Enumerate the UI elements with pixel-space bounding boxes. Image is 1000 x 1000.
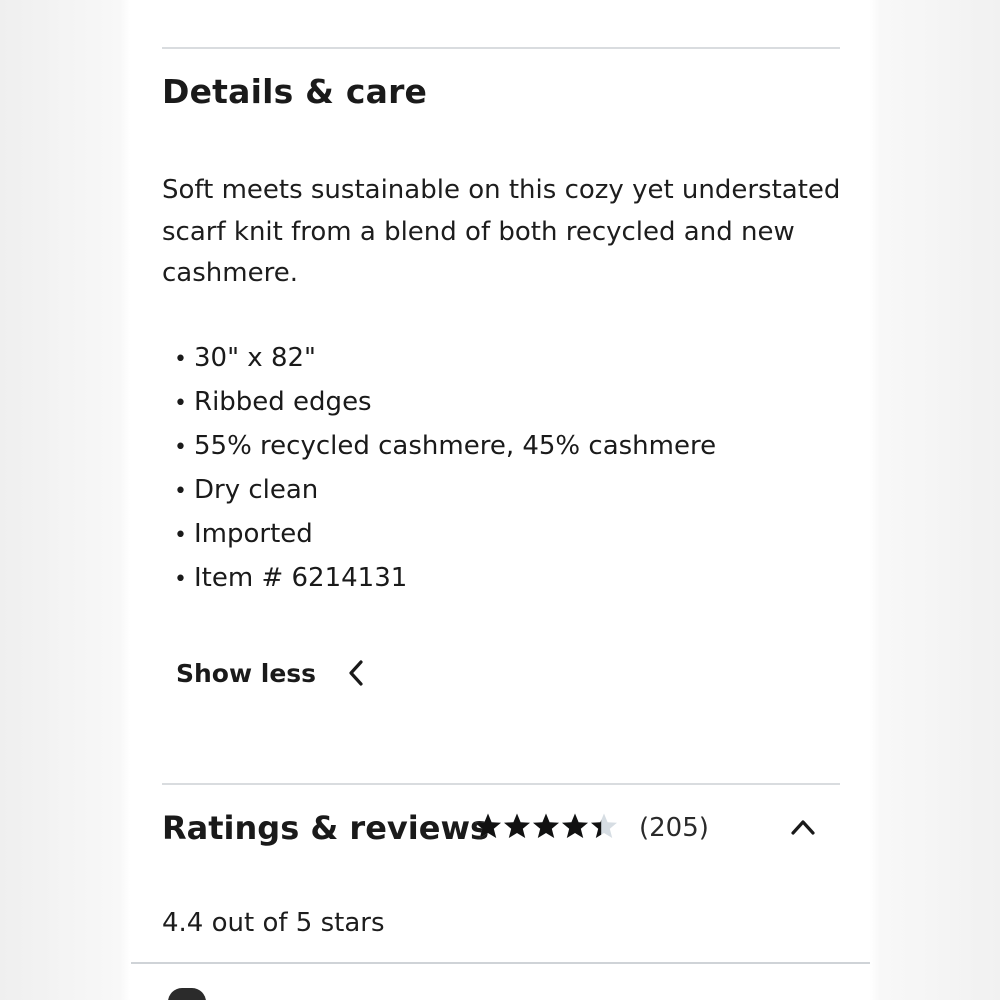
- bullet-text: Ribbed edges: [194, 387, 372, 417]
- bullet-dot: •: [174, 523, 187, 548]
- bullet-text: Item # 6214131: [194, 563, 408, 593]
- list-item: • Dry clean: [174, 469, 716, 513]
- section-divider: [131, 962, 870, 964]
- list-item: • Imported: [174, 513, 716, 557]
- bullet-dot: •: [174, 347, 187, 372]
- details-care-heading: Details & care: [162, 72, 428, 111]
- review-count: (205): [639, 813, 709, 843]
- star-icon: [591, 813, 617, 838]
- section-divider: [162, 783, 840, 785]
- bullet-dot: •: [174, 391, 187, 416]
- details-bullet-list: • 30" x 82" • Ribbed edges • 55% recycled c…: [174, 337, 716, 601]
- ratings-reviews-header[interactable]: Ratings & reviews (205): [162, 806, 842, 856]
- chevron-up-icon[interactable]: [789, 818, 817, 836]
- star-icon: [475, 813, 501, 838]
- ratings-reviews-heading: Ratings & reviews: [162, 809, 490, 847]
- star-icon: [533, 813, 559, 838]
- bullet-dot: •: [174, 567, 187, 592]
- show-less-button[interactable]: Show less: [176, 658, 366, 688]
- bullet-dot: •: [174, 479, 187, 504]
- page: Details & care Soft meets sustainable on…: [0, 0, 1000, 1000]
- list-item: • 30" x 82": [174, 337, 716, 381]
- bullet-text: 55% recycled cashmere, 45% cashmere: [194, 431, 717, 461]
- list-item: • 55% recycled cashmere, 45% cashmere: [174, 425, 716, 469]
- show-less-label: Show less: [176, 658, 317, 688]
- bullet-text: Dry clean: [194, 475, 319, 505]
- star-icon: [562, 813, 588, 838]
- star-rating: [474, 812, 619, 840]
- list-item: • Item # 6214131: [174, 557, 716, 601]
- star-icon: [504, 813, 530, 838]
- list-item: • Ribbed edges: [174, 381, 716, 425]
- avatar: [168, 988, 206, 1000]
- rating-summary: 4.4 out of 5 stars: [162, 908, 385, 938]
- bullet-dot: •: [174, 435, 187, 460]
- chevron-left-icon: [349, 660, 363, 686]
- bullet-text: 30" x 82": [194, 343, 317, 373]
- bullet-text: Imported: [194, 519, 313, 549]
- product-description: Soft meets sustainable on this cozy yet …: [162, 175, 841, 288]
- section-divider: [162, 47, 840, 49]
